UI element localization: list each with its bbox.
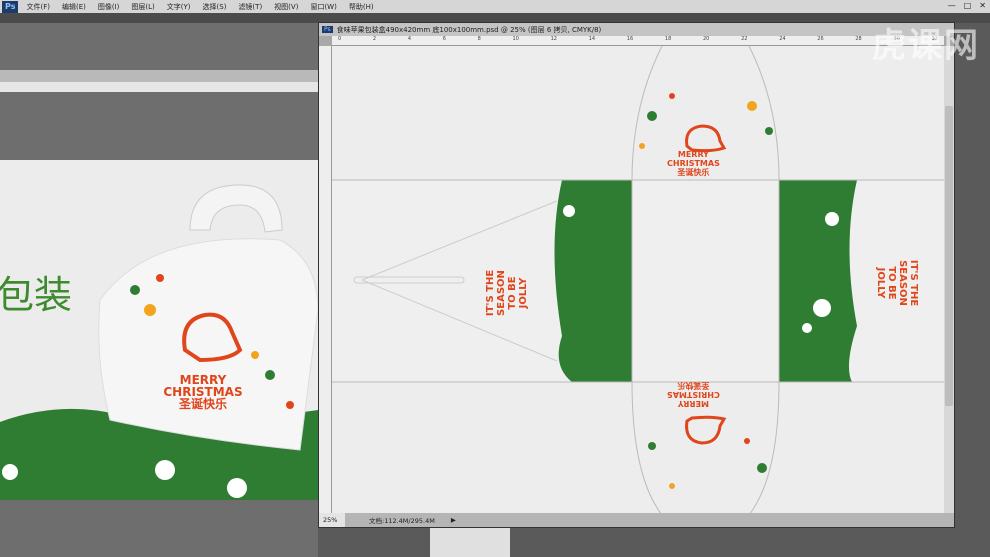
menu-file[interactable]: 文件(F) — [26, 2, 50, 12]
menu-image[interactable]: 图像(I) — [98, 2, 120, 12]
menu-layer[interactable]: 图层(L) — [131, 2, 154, 12]
ruler-tick: 6 — [442, 36, 446, 42]
ruler-tick: 4 — [407, 36, 411, 42]
mockup-brand: MERRY CHRISTMAS — [163, 373, 243, 399]
vertical-scrollbar[interactable] — [944, 46, 954, 513]
ruler-tick: 12 — [550, 36, 557, 42]
zoom-level-field[interactable]: 25% — [319, 513, 345, 527]
slogan-right-3: TO BE — [886, 266, 897, 300]
menu-view[interactable]: 视图(V) — [274, 2, 298, 12]
menu-filter[interactable]: 滤镜(T) — [238, 2, 262, 12]
left-document-tab[interactable] — [0, 70, 318, 82]
artwork-merry-label: MERRY — [677, 150, 709, 159]
artwork-christmas-flipped: CHRISTMAS — [667, 390, 720, 399]
artwork-chinese-flipped: 圣诞快乐 — [677, 381, 710, 390]
ruler-tick: 24 — [779, 36, 786, 42]
canvas[interactable]: MERRY CHRISTMAS 圣诞快乐 MERRY CHRISTMAS 圣诞快… — [332, 46, 944, 513]
ruler-tick: 10 — [512, 36, 519, 42]
ruler-tick: 28 — [855, 36, 862, 42]
menu-help[interactable]: 帮助(H) — [349, 2, 374, 12]
document-title: 食味苹果包装盒490x420mm 底100x100mm.psd @ 25% (图… — [336, 25, 602, 34]
ruler-tick: 8 — [477, 36, 481, 42]
artwork-christmas-label: CHRISTMAS — [667, 159, 720, 168]
slogan-right-4: JOLLY — [875, 267, 886, 299]
artwork-chinese-label: 圣诞快乐 — [677, 168, 710, 177]
mockup-chinese: 圣诞快乐 — [178, 397, 227, 411]
slogan-line-2: SEASON — [496, 270, 507, 316]
ps-doc-icon: Ps — [322, 26, 333, 33]
menu-type[interactable]: 文字(Y) — [167, 2, 191, 12]
ruler-tick: 18 — [664, 36, 672, 42]
ruler-tick: 22 — [741, 36, 748, 42]
status-menu-arrow[interactable]: ▶ — [451, 516, 456, 524]
slogan-line-3: TO BE — [507, 276, 518, 310]
minimize-button[interactable]: — — [948, 1, 956, 10]
dieline-artwork — [332, 46, 944, 513]
document-size: 文档:112.4M/295.4M — [369, 517, 435, 525]
bottom-document-edge — [430, 528, 510, 557]
menu-bar: Ps 文件(F) 编辑(E) 图像(I) 图层(L) 文字(Y) 选择(S) 滤… — [0, 0, 990, 13]
menu-select[interactable]: 选择(S) — [203, 2, 227, 12]
left-mockup-image: 包装 MERRY CHRISTMAS 圣诞快乐 — [0, 160, 318, 500]
ruler-tick: 14 — [588, 36, 596, 42]
artwork-merry-flipped: MERRY — [677, 399, 709, 408]
scrollbar-thumb[interactable] — [945, 106, 953, 406]
box-mockup — [0, 184, 318, 500]
document-title-bar[interactable]: Ps 食味苹果包装盒490x420mm 底100x100mm.psd @ 25%… — [319, 23, 954, 36]
document-window[interactable]: Ps 食味苹果包装盒490x420mm 底100x100mm.psd @ 25%… — [318, 22, 955, 528]
status-bar: 25% 文档:112.4M/295.4M ▶ — [319, 513, 954, 527]
slogan-right-1: IT'S THE — [908, 259, 919, 307]
slogan-right-2: SEASON — [897, 260, 908, 306]
ruler-tick: 26 — [817, 36, 824, 42]
horizontal-ruler[interactable]: 0 2 4 6 8 10 12 14 16 18 20 22 24 26 28 30 32 — [332, 36, 944, 46]
menu-edit[interactable]: 编辑(E) — [62, 2, 86, 12]
ruler-tick: 2 — [372, 36, 377, 42]
ruler-tick: 16 — [626, 36, 634, 42]
slogan-line-4: JOLLY — [518, 277, 529, 309]
maximize-button[interactable]: □ — [964, 1, 972, 10]
close-button[interactable]: ✕ — [979, 1, 986, 10]
vertical-ruler[interactable] — [319, 46, 332, 513]
left-ruler — [0, 82, 318, 92]
ruler-tick: 20 — [703, 36, 710, 42]
ruler-tick: 0 — [338, 36, 342, 42]
slogan-line-1: IT'S THE — [485, 269, 496, 317]
watermark: 虎课网 — [872, 26, 980, 66]
menu-window[interactable]: 窗口(W) — [310, 2, 336, 12]
mockup-title: 包装 — [0, 273, 73, 317]
photoshop-logo: Ps — [2, 0, 19, 13]
